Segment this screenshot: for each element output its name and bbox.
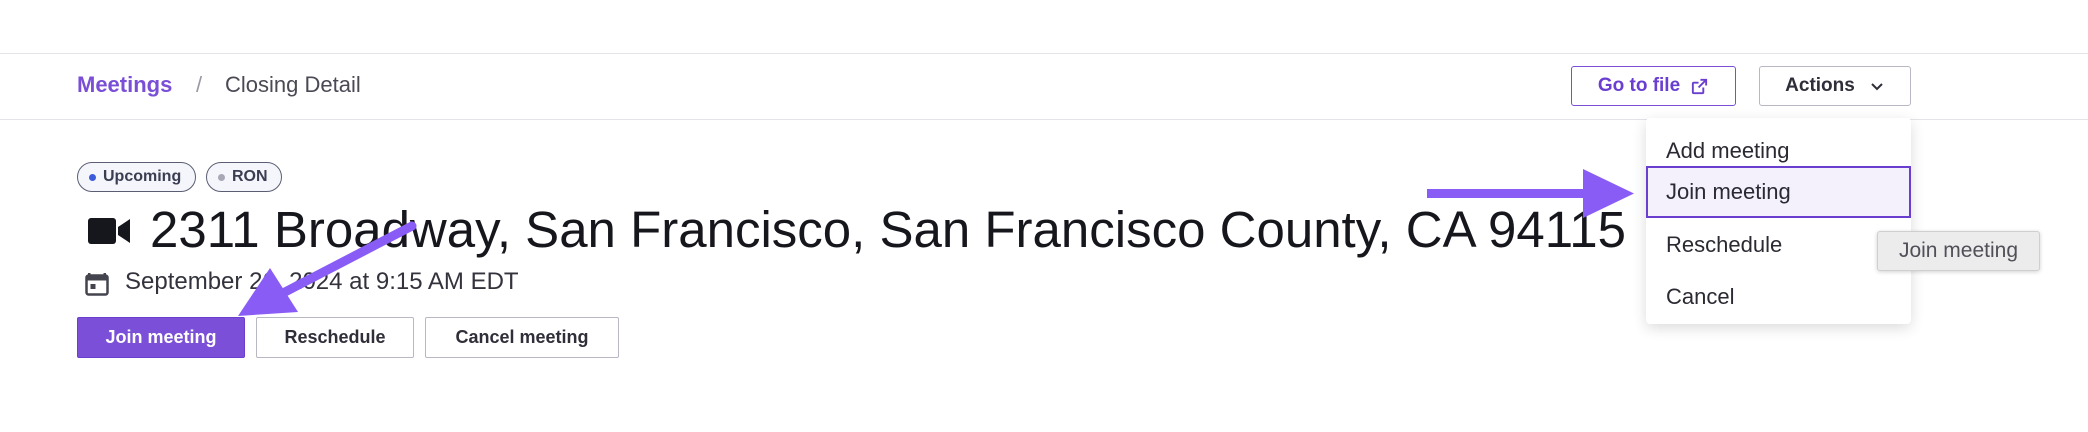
join-meeting-button[interactable]: Join meeting bbox=[77, 317, 245, 358]
join-meeting-tooltip: Join meeting bbox=[1877, 231, 2040, 271]
badge-label: RON bbox=[232, 168, 268, 185]
cancel-meeting-button[interactable]: Cancel meeting bbox=[425, 317, 619, 358]
reschedule-button[interactable]: Reschedule bbox=[256, 317, 414, 358]
chevron-down-icon bbox=[1869, 78, 1885, 94]
actions-label: Actions bbox=[1785, 75, 1855, 96]
menu-item-reschedule[interactable]: Reschedule bbox=[1646, 218, 1911, 271]
status-dot-icon bbox=[89, 173, 96, 181]
actions-menu: Add meeting Reschedule Cancel Join meeti… bbox=[1646, 118, 1911, 324]
page-title: 2311 Broadway, San Francisco, San Franci… bbox=[150, 201, 1627, 258]
breadcrumb-separator: / bbox=[196, 72, 203, 97]
meeting-date: September 26, 2024 at 9:15 AM EDT bbox=[125, 268, 519, 295]
breadcrumb-current: Closing Detail bbox=[225, 72, 361, 97]
breadcrumb-meetings-link[interactable]: Meetings bbox=[77, 70, 172, 100]
badge-label: Upcoming bbox=[103, 168, 182, 185]
top-divider bbox=[0, 53, 2088, 54]
menu-item-join-meeting[interactable]: Join meeting bbox=[1646, 166, 1911, 218]
status-badge-upcoming: Upcoming bbox=[77, 162, 196, 192]
status-badge-ron: RON bbox=[206, 162, 282, 192]
external-link-icon bbox=[1690, 77, 1709, 96]
video-camera-icon bbox=[88, 216, 130, 251]
calendar-icon bbox=[85, 271, 109, 301]
menu-item-cancel[interactable]: Cancel bbox=[1646, 270, 1911, 323]
actions-dropdown-button[interactable]: Actions bbox=[1759, 66, 1911, 106]
go-to-file-button[interactable]: Go to file bbox=[1571, 66, 1736, 106]
go-to-file-label: Go to file bbox=[1597, 75, 1681, 96]
status-dot-icon bbox=[218, 173, 225, 181]
